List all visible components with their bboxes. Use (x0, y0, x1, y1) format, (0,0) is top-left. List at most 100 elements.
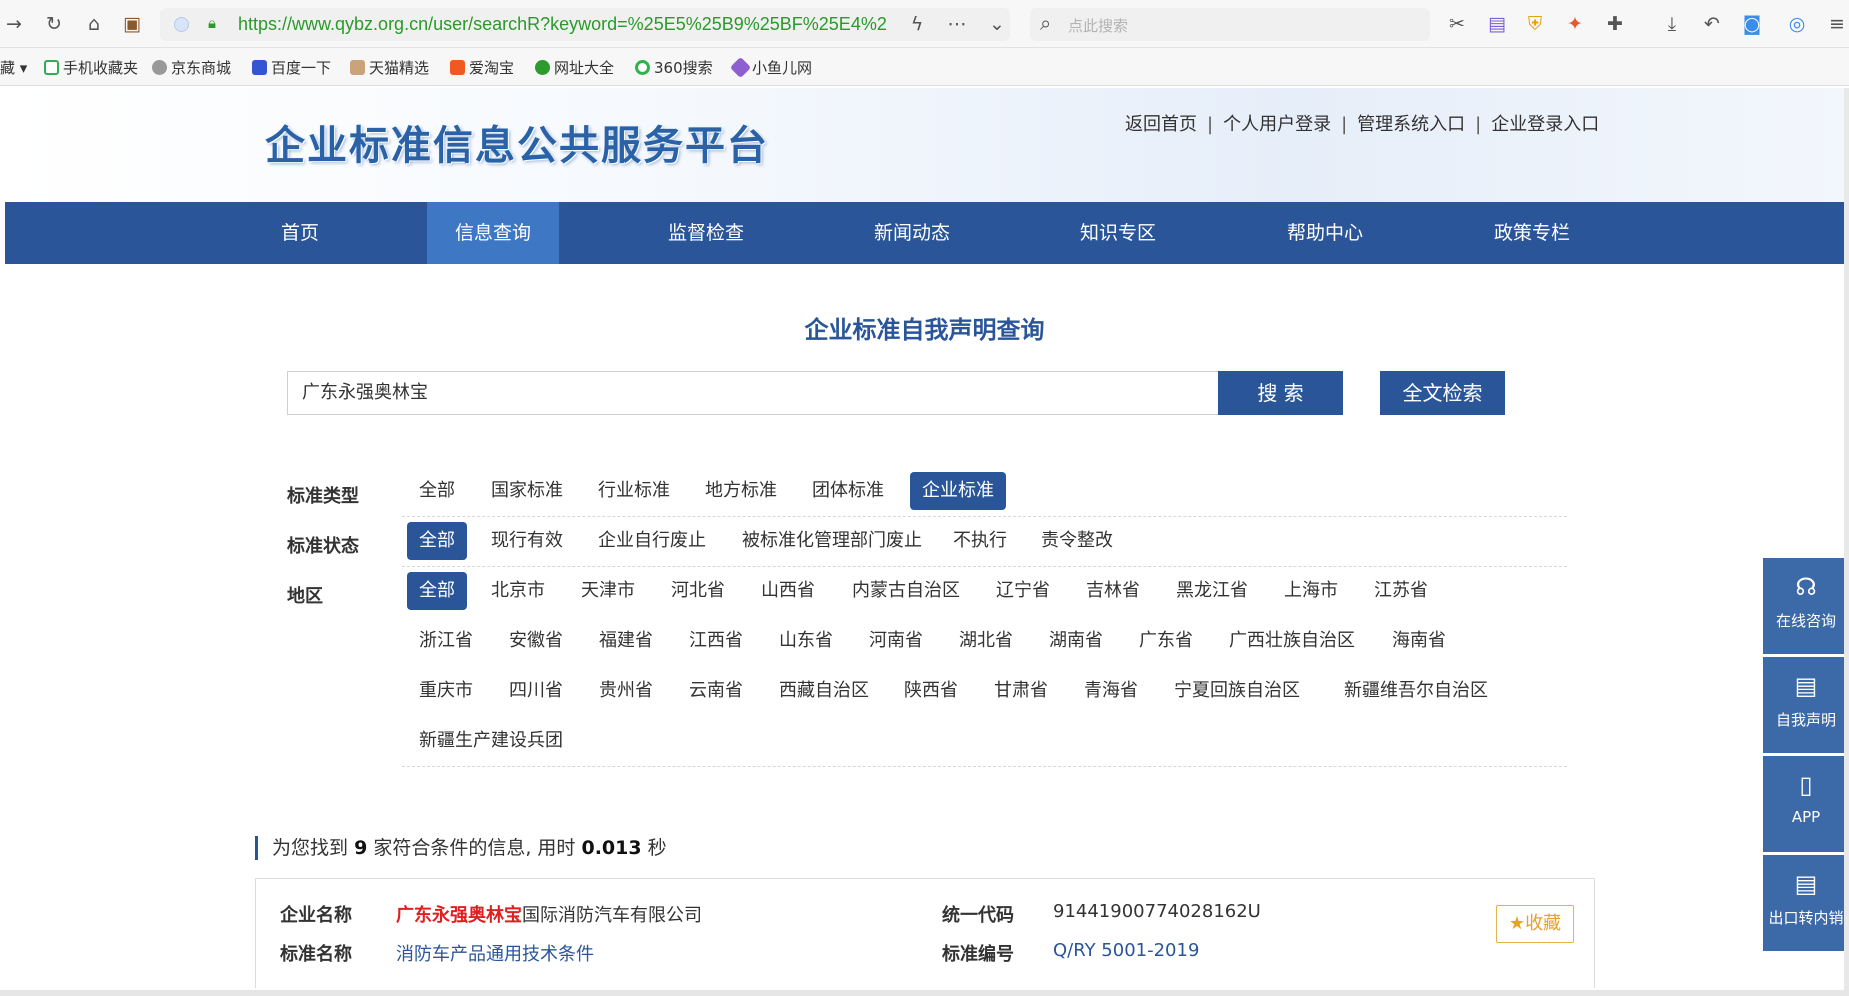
filter-option[interactable]: 福建省 (587, 622, 665, 660)
sidebar-export[interactable]: ▤ 出口转内销 (1763, 855, 1844, 951)
search-button[interactable]: 搜 索 (1218, 371, 1343, 415)
filter-option[interactable]: 安徽省 (497, 622, 575, 660)
filter-option[interactable]: 黑龙江省 (1164, 572, 1260, 610)
filter-option[interactable]: 国家标准 (479, 472, 575, 510)
std-name-link[interactable]: 消防车产品通用技术条件 (396, 940, 594, 966)
filter-option[interactable]: 浙江省 (407, 622, 485, 660)
filter-option[interactable]: 甘肃省 (982, 672, 1060, 710)
filter-option[interactable]: 北京市 (479, 572, 557, 610)
filter-option-selected[interactable]: 全部 (407, 572, 467, 610)
filter-option-selected[interactable]: 全部 (407, 522, 467, 560)
fulltext-search-button[interactable]: 全文检索 (1380, 371, 1505, 415)
ai-icon[interactable]: ◙ (1740, 12, 1764, 36)
filter-option[interactable]: 河南省 (857, 622, 935, 660)
reload-icon[interactable]: ↻ (42, 12, 66, 36)
filter-option[interactable]: 新疆生产建设兵团 (407, 722, 575, 760)
std-no-link[interactable]: Q/RY 5001-2019 (1053, 940, 1199, 961)
translate-icon[interactable]: ▤ (1485, 12, 1509, 36)
bookmark-item[interactable]: 手机收藏夹 (44, 57, 138, 78)
link-admin[interactable]: 管理系统入口 (1357, 114, 1465, 135)
sidebar-app[interactable]: ▯ APP (1763, 756, 1844, 852)
filter-option[interactable]: 责令整改 (1029, 522, 1125, 560)
more-icon[interactable]: ⋯ (945, 12, 969, 36)
filter-option[interactable]: 江西省 (677, 622, 755, 660)
browser-search-input[interactable]: ⌕ 点此搜索 (1030, 8, 1430, 41)
forward-icon[interactable]: → (2, 12, 26, 36)
sync-icon[interactable]: ◎ (1785, 12, 1809, 36)
lightning-icon[interactable]: ϟ (905, 12, 929, 36)
download-icon[interactable]: ⤓ (1660, 12, 1684, 36)
nav-help[interactable]: 帮助中心 (1260, 202, 1390, 264)
filter-option[interactable]: 海南省 (1380, 622, 1458, 660)
filter-option[interactable]: 陕西省 (892, 672, 970, 710)
nav-knowledge[interactable]: 知识专区 (1053, 202, 1183, 264)
bookmark-item[interactable]: 360搜索 (635, 57, 713, 78)
bookmark-item[interactable]: 爱淘宝 (450, 57, 514, 78)
link-home[interactable]: 返回首页 (1125, 114, 1197, 135)
link-company-login[interactable]: 企业登录入口 (1491, 114, 1599, 135)
nav-news[interactable]: 新闻动态 (847, 202, 977, 264)
filter-option[interactable]: 青海省 (1072, 672, 1150, 710)
briefcase-icon[interactable]: ▣ (120, 12, 144, 36)
filter-option[interactable]: 新疆维吾尔自治区 (1332, 672, 1500, 710)
filter-option[interactable]: 广东省 (1127, 622, 1205, 660)
undo-icon[interactable]: ↶ (1700, 12, 1724, 36)
extensions-icon[interactable]: ✚ (1603, 12, 1627, 36)
filter-option[interactable]: 云南省 (677, 672, 755, 710)
bookmark-item[interactable]: 百度一下 (252, 57, 331, 78)
favorite-button[interactable]: ★收藏 (1496, 905, 1574, 943)
filter-option-selected[interactable]: 企业标准 (910, 472, 1006, 510)
sidebar-self-declaration[interactable]: ▤ 自我声明 (1763, 657, 1844, 753)
menu-icon[interactable]: ≡ (1825, 12, 1849, 36)
filter-option[interactable]: 湖北省 (947, 622, 1025, 660)
horizontal-scrollbar[interactable] (0, 990, 1849, 996)
address-bar[interactable]: 🔒︎ https://www.qybz.org.cn/user/searchR?… (160, 8, 1010, 41)
filter-option[interactable]: 江苏省 (1362, 572, 1440, 610)
nav-info-query[interactable]: 信息查询 (427, 202, 559, 264)
home-icon[interactable]: ⌂ (82, 12, 106, 36)
site-logo[interactable]: 企业标准信息公共服务平台 (265, 113, 769, 171)
filter-option[interactable]: 被标准化管理部门废止 (730, 522, 934, 560)
bookmark-item[interactable]: 小鱼儿网 (729, 56, 812, 79)
company-name[interactable]: 广东永强奥林宝国际消防汽车有限公司 (396, 901, 702, 927)
link-personal-login[interactable]: 个人用户登录 (1223, 114, 1331, 135)
sidebar-online-consult[interactable]: ☊ 在线咨询 (1763, 558, 1844, 654)
filter-option[interactable]: 团体标准 (800, 472, 896, 510)
filter-option[interactable]: 四川省 (497, 672, 575, 710)
bookmark-item[interactable]: 天猫精选 (350, 57, 429, 78)
filter-option[interactable]: 辽宁省 (984, 572, 1062, 610)
filter-option[interactable]: 河北省 (659, 572, 737, 610)
bookmark-item[interactable]: 京东商城 (152, 57, 231, 78)
nav-supervision[interactable]: 监督检查 (641, 202, 771, 264)
filter-option[interactable]: 内蒙古自治区 (840, 572, 972, 610)
filter-option[interactable]: 不执行 (941, 522, 1019, 560)
filter-option[interactable]: 西藏自治区 (767, 672, 881, 710)
shield-icon[interactable]: ⛨ (1523, 12, 1547, 36)
filter-option[interactable]: 山西省 (749, 572, 827, 610)
filter-option[interactable]: 吉林省 (1074, 572, 1152, 610)
filter-option[interactable]: 宁夏回族自治区 (1162, 672, 1312, 710)
scissors-icon[interactable]: ✂ (1445, 12, 1469, 36)
filter-option[interactable]: 广西壮族自治区 (1217, 622, 1367, 660)
nav-policy[interactable]: 政策专栏 (1467, 202, 1597, 264)
game-icon[interactable]: ✦ (1563, 12, 1587, 36)
filter-option[interactable]: 重庆市 (407, 672, 485, 710)
filter-option[interactable]: 上海市 (1272, 572, 1350, 610)
filter-option[interactable]: 湖南省 (1037, 622, 1115, 660)
filter-option[interactable]: 地方标准 (693, 472, 789, 510)
filter-option[interactable]: 企业自行废止 (586, 522, 718, 560)
keyword-input[interactable]: 广东永强奥林宝 (287, 371, 1224, 415)
filter-option[interactable]: 现行有效 (479, 522, 575, 560)
bookmark-item[interactable]: 网址大全 (535, 57, 614, 78)
site-info-icon[interactable] (174, 17, 189, 32)
bookmark-item[interactable]: 藏 ▾ (0, 57, 27, 78)
chevron-down-icon[interactable]: ⌄ (985, 12, 1009, 36)
filter-option[interactable]: 贵州省 (587, 672, 665, 710)
filter-option[interactable]: 天津市 (569, 572, 647, 610)
vertical-scrollbar[interactable] (1844, 88, 1849, 996)
filter-option[interactable]: 全部 (407, 472, 467, 510)
filter-option[interactable]: 山东省 (767, 622, 845, 660)
url-text[interactable]: https://www.qybz.org.cn/user/searchR?key… (238, 14, 887, 35)
nav-home[interactable]: 首页 (235, 202, 365, 264)
filter-option[interactable]: 行业标准 (586, 472, 682, 510)
